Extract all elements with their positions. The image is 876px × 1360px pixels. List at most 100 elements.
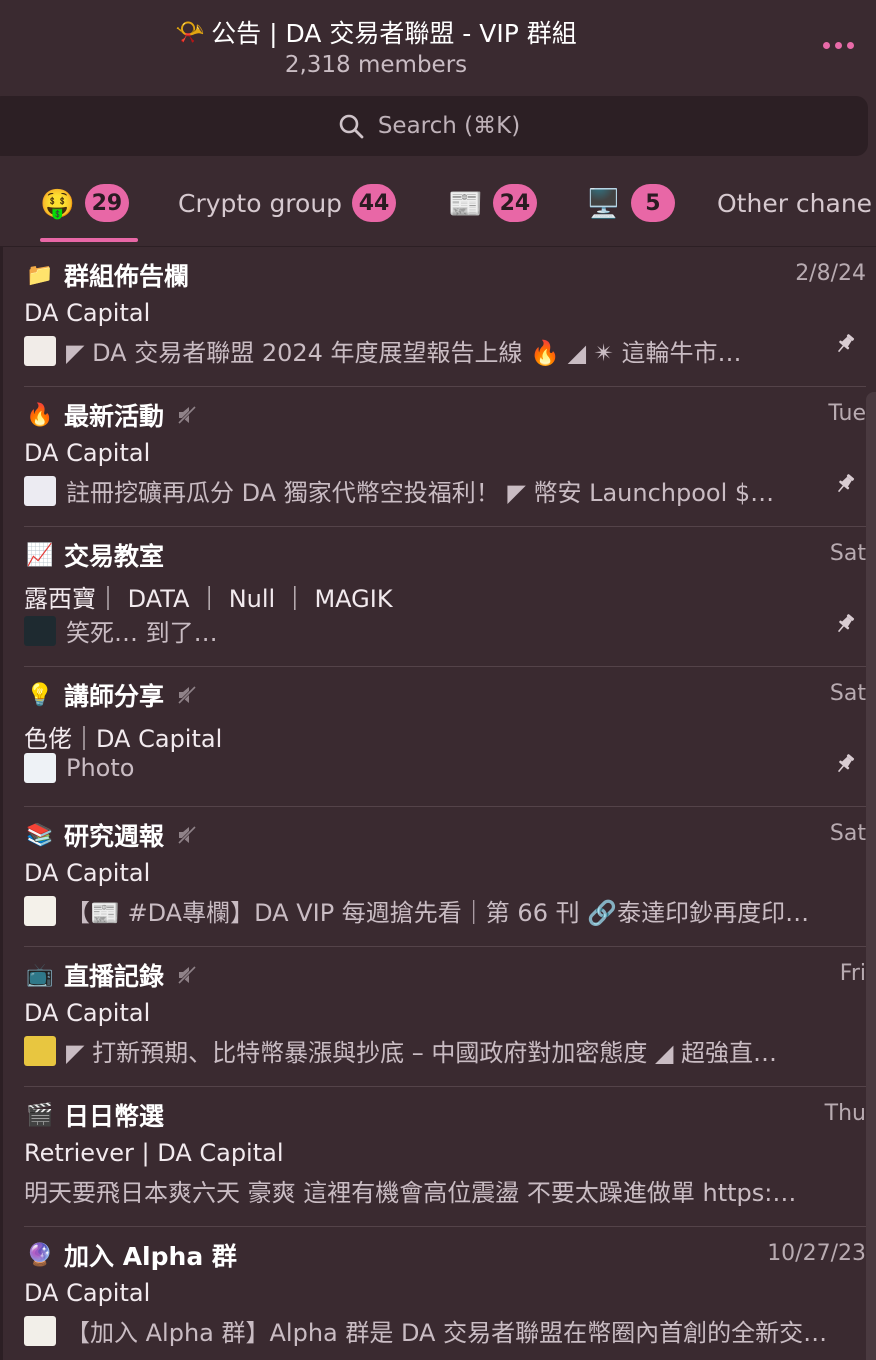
chat-preview: 【加入 Alpha 群】Alpha 群是 DA 交易者聯盟在幣圈內首創的全新交… xyxy=(24,1313,860,1348)
unread-badge: 29 xyxy=(84,184,129,222)
chat-emoji-icon: 📚 xyxy=(26,822,54,848)
chat-row[interactable]: 🔮 加入 Alpha 群 10/27/23 DA Capital 【加入 Alpha 群… xyxy=(0,1227,866,1360)
tab-label: Crypto group xyxy=(178,188,343,218)
chat-title: 📚 研究週報 xyxy=(24,817,198,853)
chat-sender: DA Capital xyxy=(24,439,151,467)
chat-emoji-icon: 📁 xyxy=(26,262,54,288)
active-tab-indicator xyxy=(40,238,138,242)
chat-preview: 明天要飛日本爽六天 豪爽 這裡有機會高位震盪 不要太躁進做單 https:… xyxy=(24,1173,860,1208)
chat-preview-text: ◤ 打新預期、比特幣暴漲與抄底 – 中國政府對加密態度 ◢ 超強直… xyxy=(66,1039,778,1067)
chat-preview: 【📰 #DA專欄】DA VIP 每週搶先看｜第 66 刊 🔗泰達印鈔再度印… xyxy=(24,893,860,928)
tab-computer[interactable]: 🖥️ 5 xyxy=(586,170,675,236)
chat-row[interactable]: 🔥 最新活動 Tue DA Capital 註冊挖礦再瓜分 DA 獨家代幣空投福利！ ◤… xyxy=(0,387,866,527)
chat-title-text: 直播記錄 xyxy=(64,962,165,991)
chat-date: Sat xyxy=(829,541,866,566)
pin-icon xyxy=(837,334,855,353)
chat-preview: 註冊挖礦再瓜分 DA 獨家代幣空投福利！ ◤ 幣安 Launchpool $… xyxy=(24,473,824,508)
app-window: 📯 公告 | DA 交易者聯盟 - VIP 群組 2,318 members S… xyxy=(0,0,876,1360)
chat-title-text: 最新活動 xyxy=(64,402,165,431)
pin-icon xyxy=(837,754,855,773)
chat-row[interactable]: 📺 直播記錄 Fri DA Capital ◤ 打新預期、比特幣暴漲與抄底 – 中國政府… xyxy=(0,947,866,1087)
muted-icon xyxy=(176,684,198,706)
chat-title: 🔮 加入 Alpha 群 xyxy=(24,1237,237,1273)
chat-title-text: 交易教室 xyxy=(64,542,165,571)
chat-title-text: 日日幣選 xyxy=(64,1102,165,1131)
unread-badge: 5 xyxy=(630,184,675,222)
photo-thumbnail xyxy=(24,753,56,783)
chat-emoji-icon: 🔮 xyxy=(26,1242,54,1268)
chat-title: 📈 交易教室 xyxy=(24,537,164,573)
chat-title-text: 講師分享 xyxy=(64,682,165,711)
chat-date: 2/8/24 xyxy=(795,261,866,286)
chat-sender: DA Capital xyxy=(24,999,151,1027)
tab-other-channels[interactable]: Other chane xyxy=(717,170,872,236)
chat-date: Sat xyxy=(829,681,866,706)
chat-preview: ◤ 打新預期、比特幣暴漲與抄底 – 中國政府對加密態度 ◢ 超強直… xyxy=(24,1033,860,1068)
title-wrap: 📯 公告 | DA 交易者聯盟 - VIP 群組 xyxy=(0,14,752,50)
chat-date: Tue xyxy=(828,401,866,426)
chat-title: 💡 講師分享 xyxy=(24,677,198,713)
chat-emoji-icon: 📈 xyxy=(26,542,54,568)
muted-icon xyxy=(176,824,198,846)
chat-date: Fri xyxy=(839,961,866,986)
chat-date: 10/27/23 xyxy=(767,1241,866,1266)
chat-preview-text: 笑死… 到了… xyxy=(66,619,218,647)
chat-emoji-icon: 📺 xyxy=(26,962,54,988)
chat-title: 📁 群組佈告欄 xyxy=(24,257,189,293)
chat-title: 📺 直播記錄 xyxy=(24,957,198,993)
tab-crypto-group[interactable]: Crypto group 44 xyxy=(178,170,397,236)
chat-date: Sat xyxy=(829,821,866,846)
chat-title-text: 研究週報 xyxy=(64,822,165,851)
chat-preview-text: 【📰 #DA專欄】DA VIP 每週搶先看｜第 66 刊 🔗泰達印鈔再度印… xyxy=(66,899,810,927)
group-title-text: 公告 | DA 交易者聯盟 - VIP 群組 xyxy=(211,19,577,48)
chart-thumbnail xyxy=(24,615,56,646)
weekly-report-thumbnail xyxy=(24,895,56,926)
muted-icon xyxy=(176,964,198,986)
more-dot-icon xyxy=(834,41,842,49)
chat-sender: Retriever | DA Capital xyxy=(24,1139,284,1167)
chat-list: 📁 群組佈告欄 2/8/24 DA Capital ◤ DA 交易者聯盟 2024 年度… xyxy=(0,247,876,1360)
chat-preview: Photo xyxy=(24,753,824,783)
tab-label: Other chane xyxy=(717,188,873,218)
more-dot-icon xyxy=(846,41,854,49)
chat-row[interactable]: 🎬 日日幣選 Thu Retriever | DA Capital 明天要飛日本爽六天 … xyxy=(0,1087,866,1227)
computer-icon: 🖥️ xyxy=(586,186,621,220)
event-thumbnail xyxy=(24,475,56,506)
chat-row[interactable]: 💡 講師分享 Sat 色佬｜DA Capital Photo xyxy=(0,667,866,807)
group-title[interactable]: 📯 公告 | DA 交易者聯盟 - VIP 群組 xyxy=(175,14,576,50)
folder-tabs: 🤑 29 Crypto group 44 📰 24 🖥️ 5 Other cha… xyxy=(0,170,876,246)
chat-title: 🎬 日日幣選 xyxy=(24,1097,164,1133)
chat-preview: 笑死… 到了… xyxy=(24,613,824,648)
chat-sender: 露西寶｜ DATA ｜ Null ｜ MAGIK xyxy=(24,585,393,613)
newspaper-icon: 📰 xyxy=(448,186,483,220)
tab-news[interactable]: 📰 24 xyxy=(448,170,537,236)
horn-icon: 📯 xyxy=(175,18,206,46)
unread-badge: 24 xyxy=(492,184,537,222)
chat-row[interactable]: 📚 研究週報 Sat DA Capital 【📰 #DA專欄】DA VIP 每週搶先看｜… xyxy=(0,807,866,947)
search-icon xyxy=(339,114,364,139)
money-face-icon: 🤑 xyxy=(40,186,75,220)
chat-sender: DA Capital xyxy=(24,859,151,887)
muted-icon xyxy=(176,404,198,426)
pin-icon xyxy=(837,474,855,493)
chat-row[interactable]: 📈 交易教室 Sat 露西寶｜ DATA ｜ Null ｜ MAGIK 笑死… 到了… xyxy=(0,527,866,667)
chat-preview-text: 註冊挖礦再瓜分 DA 獨家代幣空投福利！ ◤ 幣安 Launchpool $… xyxy=(66,479,775,507)
chat-preview-text: Photo xyxy=(66,754,135,782)
unread-badge: 44 xyxy=(352,184,397,222)
tab-money[interactable]: 🤑 29 xyxy=(40,170,129,236)
chat-preview-text: 明天要飛日本爽六天 豪爽 這裡有機會高位震盪 不要太躁進做單 https:… xyxy=(24,1179,797,1207)
search-bar[interactable]: Search (⌘K) xyxy=(0,96,868,156)
report-thumbnail xyxy=(24,335,56,366)
chat-preview-text: ◤ DA 交易者聯盟 2024 年度展望報告上線 🔥 ◢ ✴︎ 這輪牛市… xyxy=(66,339,742,367)
chat-date: Thu xyxy=(824,1101,866,1126)
chat-title-text: 加入 Alpha 群 xyxy=(64,1242,237,1271)
chat-sender: DA Capital xyxy=(24,299,151,327)
chat-title-text: 群組佈告欄 xyxy=(64,262,190,291)
member-count: 2,318 members xyxy=(284,52,468,78)
chat-row[interactable]: 📁 群組佈告欄 2/8/24 DA Capital ◤ DA 交易者聯盟 2024 年度… xyxy=(0,247,866,387)
livestream-thumbnail xyxy=(24,1035,56,1066)
alpha-thumbnail xyxy=(24,1315,56,1346)
chat-sender: DA Capital xyxy=(24,1279,151,1307)
more-options-button[interactable] xyxy=(818,30,858,60)
chat-title: 🔥 最新活動 xyxy=(24,397,198,433)
